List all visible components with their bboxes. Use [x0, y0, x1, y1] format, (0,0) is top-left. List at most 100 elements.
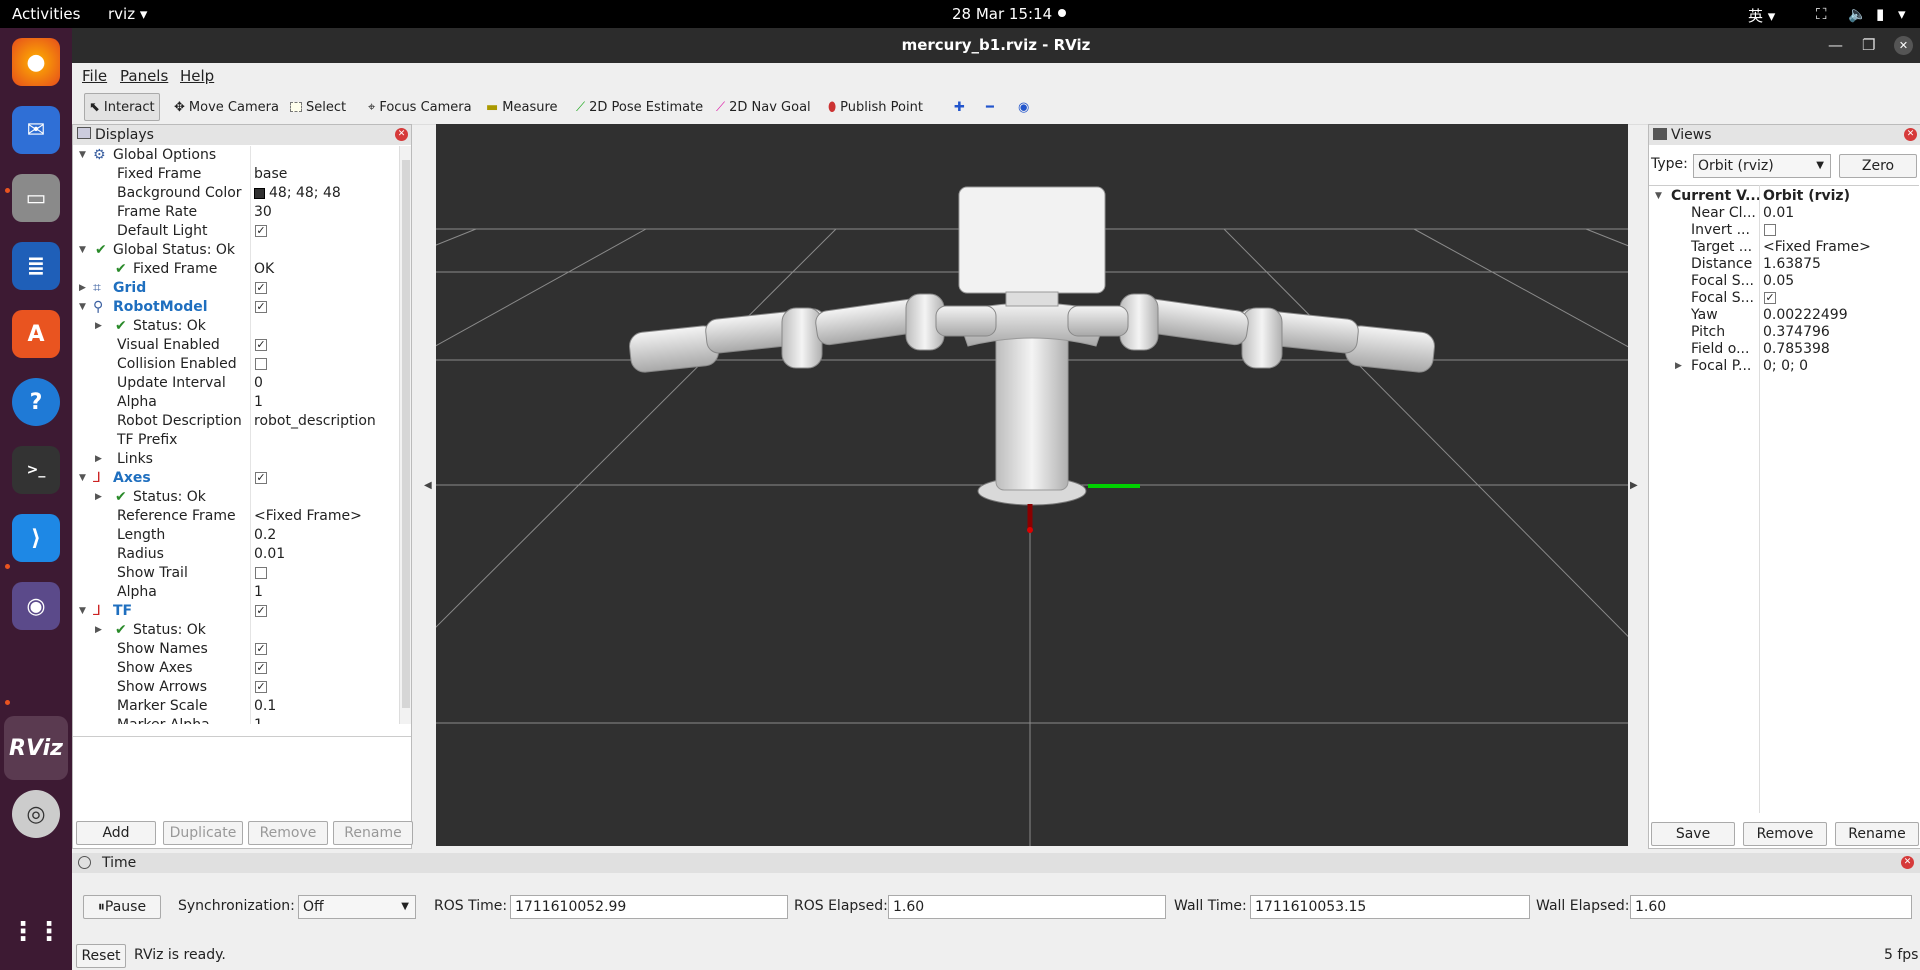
add-tool-button[interactable]: ✚: [950, 93, 969, 121]
view-property-row[interactable]: Target ... <Fixed Frame>: [1649, 239, 1919, 256]
remove-tool-button[interactable]: ━: [982, 93, 998, 121]
display-row-value[interactable]: robot_description: [254, 412, 376, 431]
expand-right-icon[interactable]: ▶: [1675, 358, 1682, 375]
view-property-row[interactable]: Near Cl... 0.01: [1649, 205, 1919, 222]
display-row[interactable]: Show Arrows ✓: [73, 678, 397, 697]
expand-right-icon[interactable]: ▶: [95, 317, 102, 336]
display-row[interactable]: ▶ ✔ Status: Ok: [73, 488, 397, 507]
display-row[interactable]: ▶ ✔ Status: Ok: [73, 317, 397, 336]
view-property-row[interactable]: Field o... 0.785398: [1649, 341, 1919, 358]
display-row[interactable]: Marker Scale 0.1: [73, 697, 397, 716]
display-checkbox[interactable]: ✓: [255, 681, 267, 693]
battery-icon[interactable]: ▮: [1876, 5, 1884, 23]
display-row[interactable]: Marker Alpha 1: [73, 716, 397, 724]
display-checkbox[interactable]: [255, 567, 267, 579]
displays-close-icon[interactable]: ✕: [395, 128, 408, 141]
expand-right-icon[interactable]: ▶: [79, 279, 86, 298]
display-row[interactable]: Update Interval 0: [73, 374, 397, 393]
display-row[interactable]: Default Light ✓: [73, 222, 397, 241]
ros-time-field[interactable]: 1711610052.99: [510, 895, 788, 919]
menu-help[interactable]: Help: [180, 67, 214, 85]
display-row-value[interactable]: 0: [254, 374, 263, 393]
display-row[interactable]: Show Axes ✓: [73, 659, 397, 678]
display-row-value[interactable]: 1: [254, 583, 263, 602]
display-row[interactable]: Fixed Frame base: [73, 165, 397, 184]
nav-goal-tool[interactable]: ⟋ 2D Nav Goal: [712, 93, 815, 121]
help-icon[interactable]: ?: [12, 378, 60, 426]
display-row-value[interactable]: 1: [254, 716, 263, 724]
wall-elapsed-field[interactable]: 1.60: [1630, 895, 1912, 919]
display-checkbox[interactable]: ✓: [255, 662, 267, 674]
view-property-row[interactable]: ▼ Current V... Orbit (rviz): [1649, 188, 1919, 205]
view-property-value[interactable]: 0; 0; 0: [1763, 358, 1808, 375]
display-row-value[interactable]: OK: [254, 260, 274, 279]
display-row[interactable]: ▶ ⌗ Grid ✓: [73, 279, 397, 298]
disc-icon[interactable]: ◎: [12, 790, 60, 838]
close-icon[interactable]: ✕: [1894, 36, 1913, 55]
system-menu-icon[interactable]: ▾: [1898, 5, 1906, 23]
remove-view-button[interactable]: Remove: [1743, 822, 1827, 846]
expand-down-icon[interactable]: ▼: [79, 602, 86, 621]
focus-camera-tool[interactable]: ⌖ Focus Camera: [364, 93, 476, 121]
expand-right-icon[interactable]: ▶: [95, 488, 102, 507]
display-row-value[interactable]: 0.2: [254, 526, 276, 545]
display-row[interactable]: Show Trail: [73, 564, 397, 583]
interact-tool[interactable]: ⬉ Interact: [84, 93, 160, 121]
expand-down-icon[interactable]: ▼: [79, 146, 86, 165]
display-row-value[interactable]: 48; 48; 48: [269, 184, 341, 203]
display-row[interactable]: ▶ ✔ Status: Ok: [73, 621, 397, 640]
rviz-icon[interactable]: RViz: [4, 716, 68, 780]
display-row-value[interactable]: 30: [254, 203, 272, 222]
view-type-select[interactable]: Orbit (rviz) ▼: [1693, 154, 1831, 178]
measure-tool[interactable]: ▬ Measure: [482, 93, 562, 121]
display-checkbox[interactable]: ✓: [255, 605, 267, 617]
view-property-value[interactable]: Orbit (rviz): [1763, 188, 1850, 205]
view-property-row[interactable]: Invert ...: [1649, 222, 1919, 239]
display-row[interactable]: ✔ Fixed Frame OK: [73, 260, 397, 279]
display-row[interactable]: ▼ ⅃ Axes ✓: [73, 469, 397, 488]
files-icon[interactable]: ▭: [12, 174, 60, 222]
display-row[interactable]: Reference Frame <Fixed Frame>: [73, 507, 397, 526]
display-checkbox[interactable]: ✓: [255, 282, 267, 294]
ros-elapsed-field[interactable]: 1.60: [888, 895, 1166, 919]
view-property-row[interactable]: Focal S... ✓: [1649, 290, 1919, 307]
display-row-value[interactable]: base: [254, 165, 287, 184]
view-property-value[interactable]: 1.63875: [1763, 256, 1821, 273]
view-checkbox[interactable]: ✓: [1764, 292, 1776, 304]
zero-button[interactable]: Zero: [1839, 154, 1917, 178]
rename-display-button[interactable]: Rename: [333, 821, 413, 845]
maximize-icon[interactable]: ❐: [1862, 28, 1875, 63]
view-property-value[interactable]: 0.05: [1763, 273, 1794, 290]
clock[interactable]: 28 Mar 15:14: [952, 5, 1052, 23]
display-row[interactable]: TF Prefix: [73, 431, 397, 450]
view-property-value[interactable]: 0.00222499: [1763, 307, 1848, 324]
display-row[interactable]: Robot Description robot_description: [73, 412, 397, 431]
network-icon[interactable]: ⛶: [1816, 5, 1827, 23]
render-viewport[interactable]: [436, 124, 1628, 846]
menu-panels[interactable]: Panels: [120, 67, 168, 85]
expand-down-icon[interactable]: ▼: [79, 298, 86, 317]
rename-view-button[interactable]: Rename: [1835, 822, 1919, 846]
display-row[interactable]: ▶ Links: [73, 450, 397, 469]
pose-estimate-tool[interactable]: ⟋ 2D Pose Estimate: [572, 93, 707, 121]
scrollbar-thumb[interactable]: [402, 160, 410, 708]
display-row-value[interactable]: 0.01: [254, 545, 285, 564]
display-checkbox[interactable]: ✓: [255, 339, 267, 351]
view-property-value[interactable]: 0.374796: [1763, 324, 1830, 341]
display-row[interactable]: Background Color 48; 48; 48: [73, 184, 397, 203]
right-collapse-icon[interactable]: ▶: [1630, 480, 1638, 491]
publish-point-tool[interactable]: ⬮ Publish Point: [824, 93, 927, 121]
views-close-icon[interactable]: ✕: [1904, 128, 1917, 141]
select-tool[interactable]: Select: [286, 93, 350, 121]
activities-button[interactable]: Activities: [12, 5, 80, 23]
sync-select[interactable]: Off ▼: [298, 895, 416, 919]
view-property-value[interactable]: <Fixed Frame>: [1763, 239, 1871, 256]
expand-right-icon[interactable]: ▶: [95, 450, 102, 469]
camera-icon[interactable]: ◉: [12, 582, 60, 630]
display-row[interactable]: Radius 0.01: [73, 545, 397, 564]
show-apps-icon[interactable]: ⋮⋮: [10, 908, 62, 956]
terminal-icon[interactable]: >_: [12, 446, 60, 494]
display-row[interactable]: Alpha 1: [73, 393, 397, 412]
minimize-icon[interactable]: —: [1828, 28, 1843, 63]
display-row-value[interactable]: <Fixed Frame>: [254, 507, 362, 526]
